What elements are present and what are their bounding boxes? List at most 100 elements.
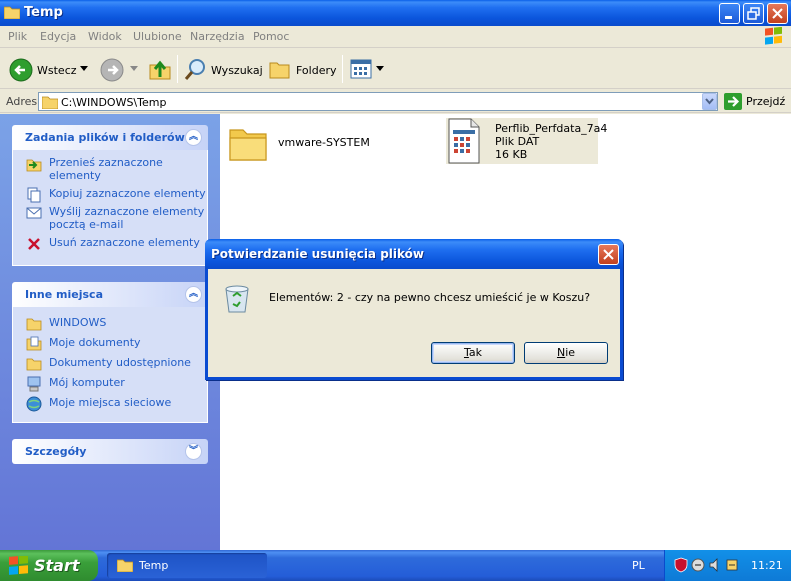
panel-title: Zadania plików i folderów [25,131,185,144]
dialog-close-button[interactable] [598,244,619,265]
chevron-down-icon[interactable] [130,66,138,72]
dialog-title: Potwierdzanie usunięcia plików [211,247,425,261]
toolbar: Wstecz Wyszukaj Foldery [0,49,791,89]
forward-arrow-icon[interactable] [100,58,124,82]
minimize-icon [725,16,732,19]
file-tasks-panel: Zadania plików i folderów ︽ Przenieś zaz… [12,125,208,266]
back-button[interactable]: Wstecz [37,64,77,77]
folders-icon[interactable] [268,58,292,80]
start-label: Start [34,556,80,575]
details-panel: Szczegóły ︾ [12,439,208,464]
views-icon[interactable] [350,59,376,81]
computer-icon [27,376,41,392]
no-button[interactable]: Nie [524,342,608,364]
other-places-panel: Inne miejsca ︽ WINDOWS Moje dokumenty Do… [12,282,208,423]
place-my-computer[interactable]: Mój komputer [13,376,207,392]
safely-remove-hardware-icon[interactable] [725,557,739,573]
menu-favorites[interactable]: Ulubione [133,30,182,43]
minimize-button[interactable] [719,3,740,24]
file-size: 16 KB [495,148,528,161]
close-icon [772,8,783,19]
close-button[interactable] [767,3,788,24]
address-label: Adres [6,95,38,108]
taskbar: Start Temp PL 11:21 [0,550,791,581]
file-item-dat[interactable]: Perflib_Perfdata_7a4 Plik DAT 16 KB [446,118,607,164]
dialog-message: Elementów: 2 - czy na pewno chcesz umieś… [269,291,591,304]
file-type: Plik DAT [495,135,540,148]
confirm-delete-dialog: Potwierdzanie usunięcia plików Elementów… [205,239,623,380]
recycle-bin-icon [225,285,249,313]
folders-button[interactable]: Foldery [296,64,337,77]
address-bar: Adres C:\WINDOWS\Temp Przejdź [0,90,791,113]
menu-help[interactable]: Pomoc [253,30,289,43]
search-button[interactable]: Wyszukaj [211,64,263,77]
place-my-documents[interactable]: Moje dokumenty [13,336,207,351]
yes-button[interactable]: Tak [431,342,515,364]
chevron-down-icon [705,98,714,105]
chevron-down-icon[interactable] [80,66,88,72]
windows-logo-icon [9,556,28,575]
file-tasks-header[interactable]: Zadania plików i folderów ︽ [12,125,208,150]
address-value: C:\WINDOWS\Temp [61,96,167,109]
up-folder-icon[interactable] [148,57,172,81]
explorer-window: Temp Plik Edycja Widok Ulubione Narzędzi… [0,0,791,550]
taskbar-item-temp[interactable]: Temp [107,553,267,578]
restore-icon [747,7,760,20]
dat-file-icon [448,118,480,164]
move-icon [26,159,42,172]
panel-title: Inne miejsca [25,288,103,301]
windows-logo-icon [765,27,782,45]
go-arrow-icon[interactable] [724,93,742,110]
close-icon [603,249,614,260]
address-input[interactable]: C:\WINDOWS\Temp [38,92,718,111]
menu-view[interactable]: Widok [88,30,122,43]
security-shield-icon[interactable] [674,557,688,573]
task-copy[interactable]: Kopiuj zaznaczone elementy [13,187,207,203]
folder-icon [4,6,20,19]
network-icon [26,396,42,412]
taskbar-item-label: Temp [139,559,169,572]
place-shared-documents[interactable]: Dokumenty udostępnione [13,356,207,371]
folder-icon [26,318,42,331]
other-places-header[interactable]: Inne miejsca ︽ [12,282,208,307]
task-email[interactable]: Wyślij zaznaczone elementy pocztą e-mail [13,205,207,231]
back-arrow-icon[interactable] [9,58,33,82]
maximize-button[interactable] [743,3,764,24]
menu-tools[interactable]: Narzędzia [190,30,245,43]
chevron-down-icon[interactable] [376,66,384,72]
menu-file[interactable]: Plik [8,30,27,43]
task-move[interactable]: Przenieś zaznaczone elementy [13,156,207,182]
file-name: Perflib_Perfdata_7a4 [495,122,608,135]
clock: 11:21 [751,559,783,572]
place-windows[interactable]: WINDOWS [13,316,207,331]
details-header[interactable]: Szczegóły ︾ [12,439,208,464]
folder-icon [26,358,42,371]
email-icon [26,207,42,219]
copy-icon [27,187,41,203]
title-bar[interactable]: Temp [0,0,791,26]
start-button[interactable]: Start [0,550,98,581]
chevron-down-icon[interactable]: ︾ [185,443,202,460]
language-indicator[interactable]: PL [632,559,645,572]
menu-edit[interactable]: Edycja [40,30,76,43]
address-dropdown-button[interactable] [702,93,717,110]
dialog-title-bar[interactable]: Potwierdzanie usunięcia plików [205,239,623,269]
file-name: vmware-SYSTEM [278,136,370,149]
menu-bar: Plik Edycja Widok Ulubione Narzędzia Pom… [0,26,791,48]
system-tray: 11:21 [664,550,791,581]
task-delete[interactable]: Usuń zaznaczone elementy [13,236,207,250]
delete-icon [28,238,40,250]
window-title: Temp [24,5,63,20]
search-icon[interactable] [184,57,208,81]
place-network[interactable]: Moje miejsca sieciowe [13,396,207,412]
folder-icon [229,129,267,161]
task-pane: Zadania plików i folderów ︽ Przenieś zaz… [0,114,220,550]
folder-icon [42,96,58,109]
file-item-folder[interactable]: vmware-SYSTEM [228,120,378,170]
audio-icon[interactable] [708,557,722,573]
chevron-up-icon[interactable]: ︽ [185,129,202,146]
go-button[interactable]: Przejdź [746,95,785,108]
chevron-up-icon[interactable]: ︽ [185,286,202,303]
network-status-icon[interactable] [691,557,705,573]
panel-title: Szczegóły [25,445,87,458]
